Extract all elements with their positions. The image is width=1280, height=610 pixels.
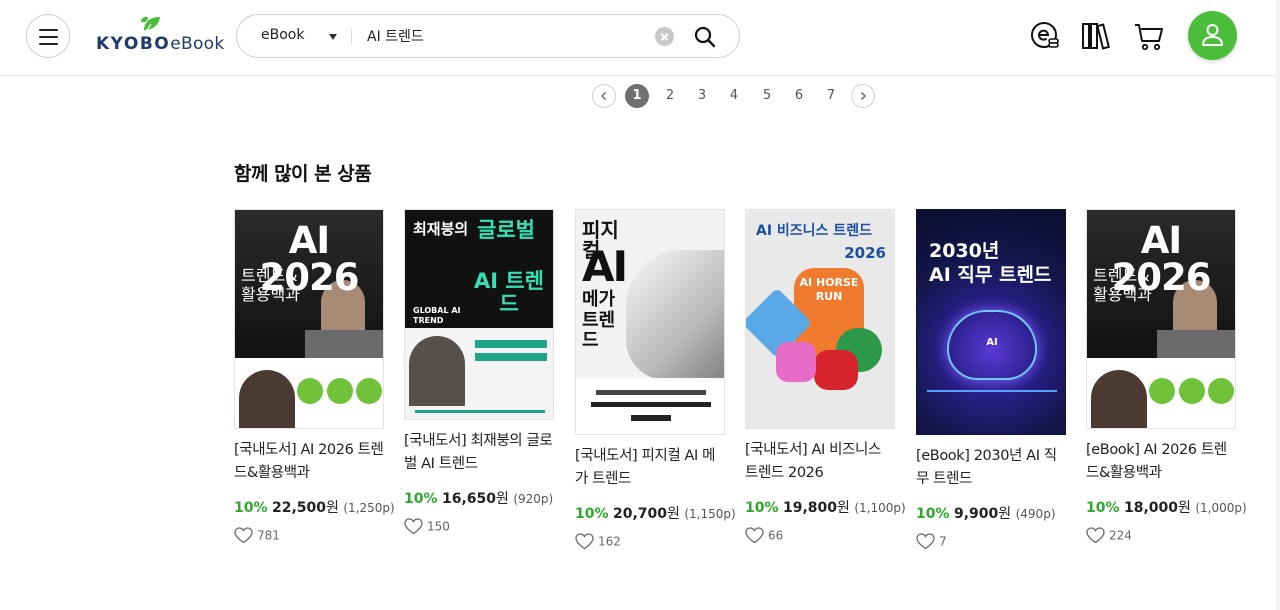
product-price: 10% 19,800원 (1,100p) bbox=[745, 497, 906, 517]
discount-rate: 10% bbox=[234, 500, 268, 516]
reward-points: (1,100p) bbox=[854, 501, 906, 515]
like-count[interactable]: 162 bbox=[575, 533, 727, 551]
chevron-left-icon bbox=[601, 92, 606, 100]
product-price: 10% 20,700원 (1,150p) bbox=[575, 503, 736, 523]
page-5[interactable]: 5 bbox=[755, 84, 779, 108]
product-title[interactable]: [국내도서] AI 2026 트렌드&활용백과 bbox=[234, 439, 386, 485]
reward-points: (490p) bbox=[1015, 507, 1056, 521]
like-count-value: 781 bbox=[257, 528, 280, 543]
page-2[interactable]: 2 bbox=[658, 84, 682, 108]
reward-points: (1,000p) bbox=[1195, 501, 1247, 515]
like-count[interactable]: 66 bbox=[745, 527, 897, 545]
product-title[interactable]: [국내도서] 최재붕의 글로벌 AI 트렌드 bbox=[404, 430, 556, 476]
search-icon[interactable] bbox=[693, 25, 717, 49]
like-count[interactable]: 150 bbox=[404, 518, 556, 536]
product-price: 10% 22,500원 (1,250p) bbox=[234, 497, 395, 517]
like-count-value: 224 bbox=[1109, 528, 1132, 543]
sale-price: 20,700 bbox=[612, 506, 667, 522]
heart-icon[interactable] bbox=[745, 527, 764, 544]
sale-price: 18,000 bbox=[1123, 500, 1178, 516]
book-cover[interactable]: AI 비즈니스 트렌드 2026 AI HORSE RUN bbox=[745, 209, 895, 429]
page-4[interactable]: 4 bbox=[722, 84, 746, 108]
discount-rate: 10% bbox=[404, 491, 438, 507]
like-count-value: 150 bbox=[427, 519, 450, 534]
sale-price: 9,900 bbox=[953, 506, 999, 522]
price-unit: 원 bbox=[837, 500, 850, 516]
product-card[interactable]: 2030년 AI 직무 트렌드 AI [eBook] 2030년 AI 직무 트… bbox=[916, 209, 1068, 551]
heart-icon[interactable] bbox=[575, 533, 594, 550]
heart-icon[interactable] bbox=[916, 533, 935, 550]
cart-icon[interactable] bbox=[1133, 20, 1165, 52]
product-card[interactable]: 최재붕의 글로벌 AI 트렌드 GLOBAL AI TREND [국내도서] 최… bbox=[404, 209, 556, 536]
product-card[interactable]: 피지컬 AI 메가 트렌드 [국내도서] 피지컬 AI 메가 트렌드 10% 2… bbox=[575, 209, 736, 551]
heart-icon[interactable] bbox=[234, 527, 253, 544]
book-cover[interactable]: AI 2026 트렌드& 활용백과 bbox=[1086, 209, 1236, 429]
reward-points: (1,150p) bbox=[684, 507, 736, 521]
pagination: 1 2 3 4 5 6 7 bbox=[592, 83, 882, 109]
site-header: KYOBOeBook eBook bbox=[0, 0, 1280, 76]
prev-page-button[interactable] bbox=[592, 84, 616, 108]
price-unit: 원 bbox=[998, 506, 1012, 522]
sale-price: 19,800 bbox=[782, 500, 837, 516]
user-icon bbox=[1202, 24, 1223, 46]
section-title: 함께 많이 본 상품 bbox=[234, 163, 372, 185]
like-count-value: 7 bbox=[939, 534, 947, 549]
sale-price: 22,500 bbox=[271, 500, 326, 516]
page-7[interactable]: 7 bbox=[819, 84, 843, 108]
user-profile-button[interactable] bbox=[1188, 11, 1237, 60]
chevron-right-icon bbox=[861, 92, 866, 100]
product-price: 10% 16,650원 (920p) bbox=[404, 488, 556, 508]
menu-icon bbox=[39, 29, 58, 31]
discount-rate: 10% bbox=[745, 500, 779, 516]
product-card[interactable]: AI 2026 트렌드& 활용백과 [국내도서] AI 2026 트렌드&활용백… bbox=[234, 209, 395, 545]
price-unit: 원 bbox=[496, 491, 509, 507]
next-page-button[interactable] bbox=[851, 84, 875, 108]
heart-icon[interactable] bbox=[1086, 527, 1105, 544]
like-count[interactable]: 781 bbox=[234, 527, 386, 545]
heart-icon[interactable] bbox=[404, 518, 423, 535]
product-price: 10% 9,900원 (490p) bbox=[916, 503, 1068, 523]
sale-price: 16,650 bbox=[441, 491, 496, 507]
search-input[interactable] bbox=[367, 23, 637, 49]
reward-points: (1,250p) bbox=[343, 501, 395, 515]
bookshelf-icon[interactable] bbox=[1081, 20, 1113, 52]
book-cover[interactable]: 2030년 AI 직무 트렌드 AI bbox=[916, 209, 1066, 435]
like-count-value: 162 bbox=[598, 534, 621, 549]
like-count[interactable]: 224 bbox=[1086, 527, 1238, 545]
discount-rate: 10% bbox=[916, 506, 950, 522]
price-unit: 원 bbox=[667, 506, 680, 522]
book-cover[interactable]: AI 2026 트렌드& 활용백과 bbox=[234, 209, 384, 429]
search-category-select[interactable]: eBook bbox=[261, 27, 304, 43]
product-card[interactable]: AI 비즈니스 트렌드 2026 AI HORSE RUN [국내도서] AI … bbox=[745, 209, 906, 545]
kyobo-ebook-logo[interactable]: KYOBOeBook bbox=[96, 14, 224, 54]
discount-rate: 10% bbox=[575, 506, 609, 522]
price-unit: 원 bbox=[1178, 500, 1191, 516]
like-count[interactable]: 7 bbox=[916, 533, 1068, 551]
discount-rate: 10% bbox=[1086, 500, 1120, 516]
product-card[interactable]: AI 2026 트렌드& 활용백과 [eBook] AI 2026 트렌드&활용… bbox=[1086, 209, 1247, 545]
product-title[interactable]: [eBook] AI 2026 트렌드&활용백과 bbox=[1086, 439, 1238, 485]
clear-search-icon[interactable] bbox=[655, 27, 674, 46]
search-bar: eBook bbox=[236, 14, 740, 58]
book-cover[interactable]: 피지컬 AI 메가 트렌드 bbox=[575, 209, 725, 435]
logo-sub-text: eBook bbox=[170, 34, 225, 54]
product-title[interactable]: [국내도서] AI 비즈니스 트렌드 2026 bbox=[745, 439, 897, 485]
page-3[interactable]: 3 bbox=[690, 84, 714, 108]
product-price: 10% 18,000원 (1,000p) bbox=[1086, 497, 1247, 517]
chevron-down-icon[interactable] bbox=[329, 34, 337, 40]
page-6[interactable]: 6 bbox=[787, 84, 811, 108]
like-count-value: 66 bbox=[768, 528, 784, 543]
page-1[interactable]: 1 bbox=[625, 84, 649, 108]
product-title[interactable]: [eBook] 2030년 AI 직무 트렌드 bbox=[916, 445, 1068, 491]
scrollbar[interactable] bbox=[1276, 0, 1280, 610]
book-cover[interactable]: 최재붕의 글로벌 AI 트렌드 GLOBAL AI TREND bbox=[404, 209, 554, 420]
leaf-logo-icon bbox=[141, 16, 160, 33]
product-title[interactable]: [국내도서] 피지컬 AI 메가 트렌드 bbox=[575, 445, 727, 491]
ebook-library-icon[interactable] bbox=[1029, 20, 1061, 52]
logo-main-text: KYOBO bbox=[96, 34, 171, 54]
price-unit: 원 bbox=[326, 500, 339, 516]
menu-button[interactable] bbox=[26, 14, 70, 58]
reward-points: (920p) bbox=[513, 492, 554, 506]
